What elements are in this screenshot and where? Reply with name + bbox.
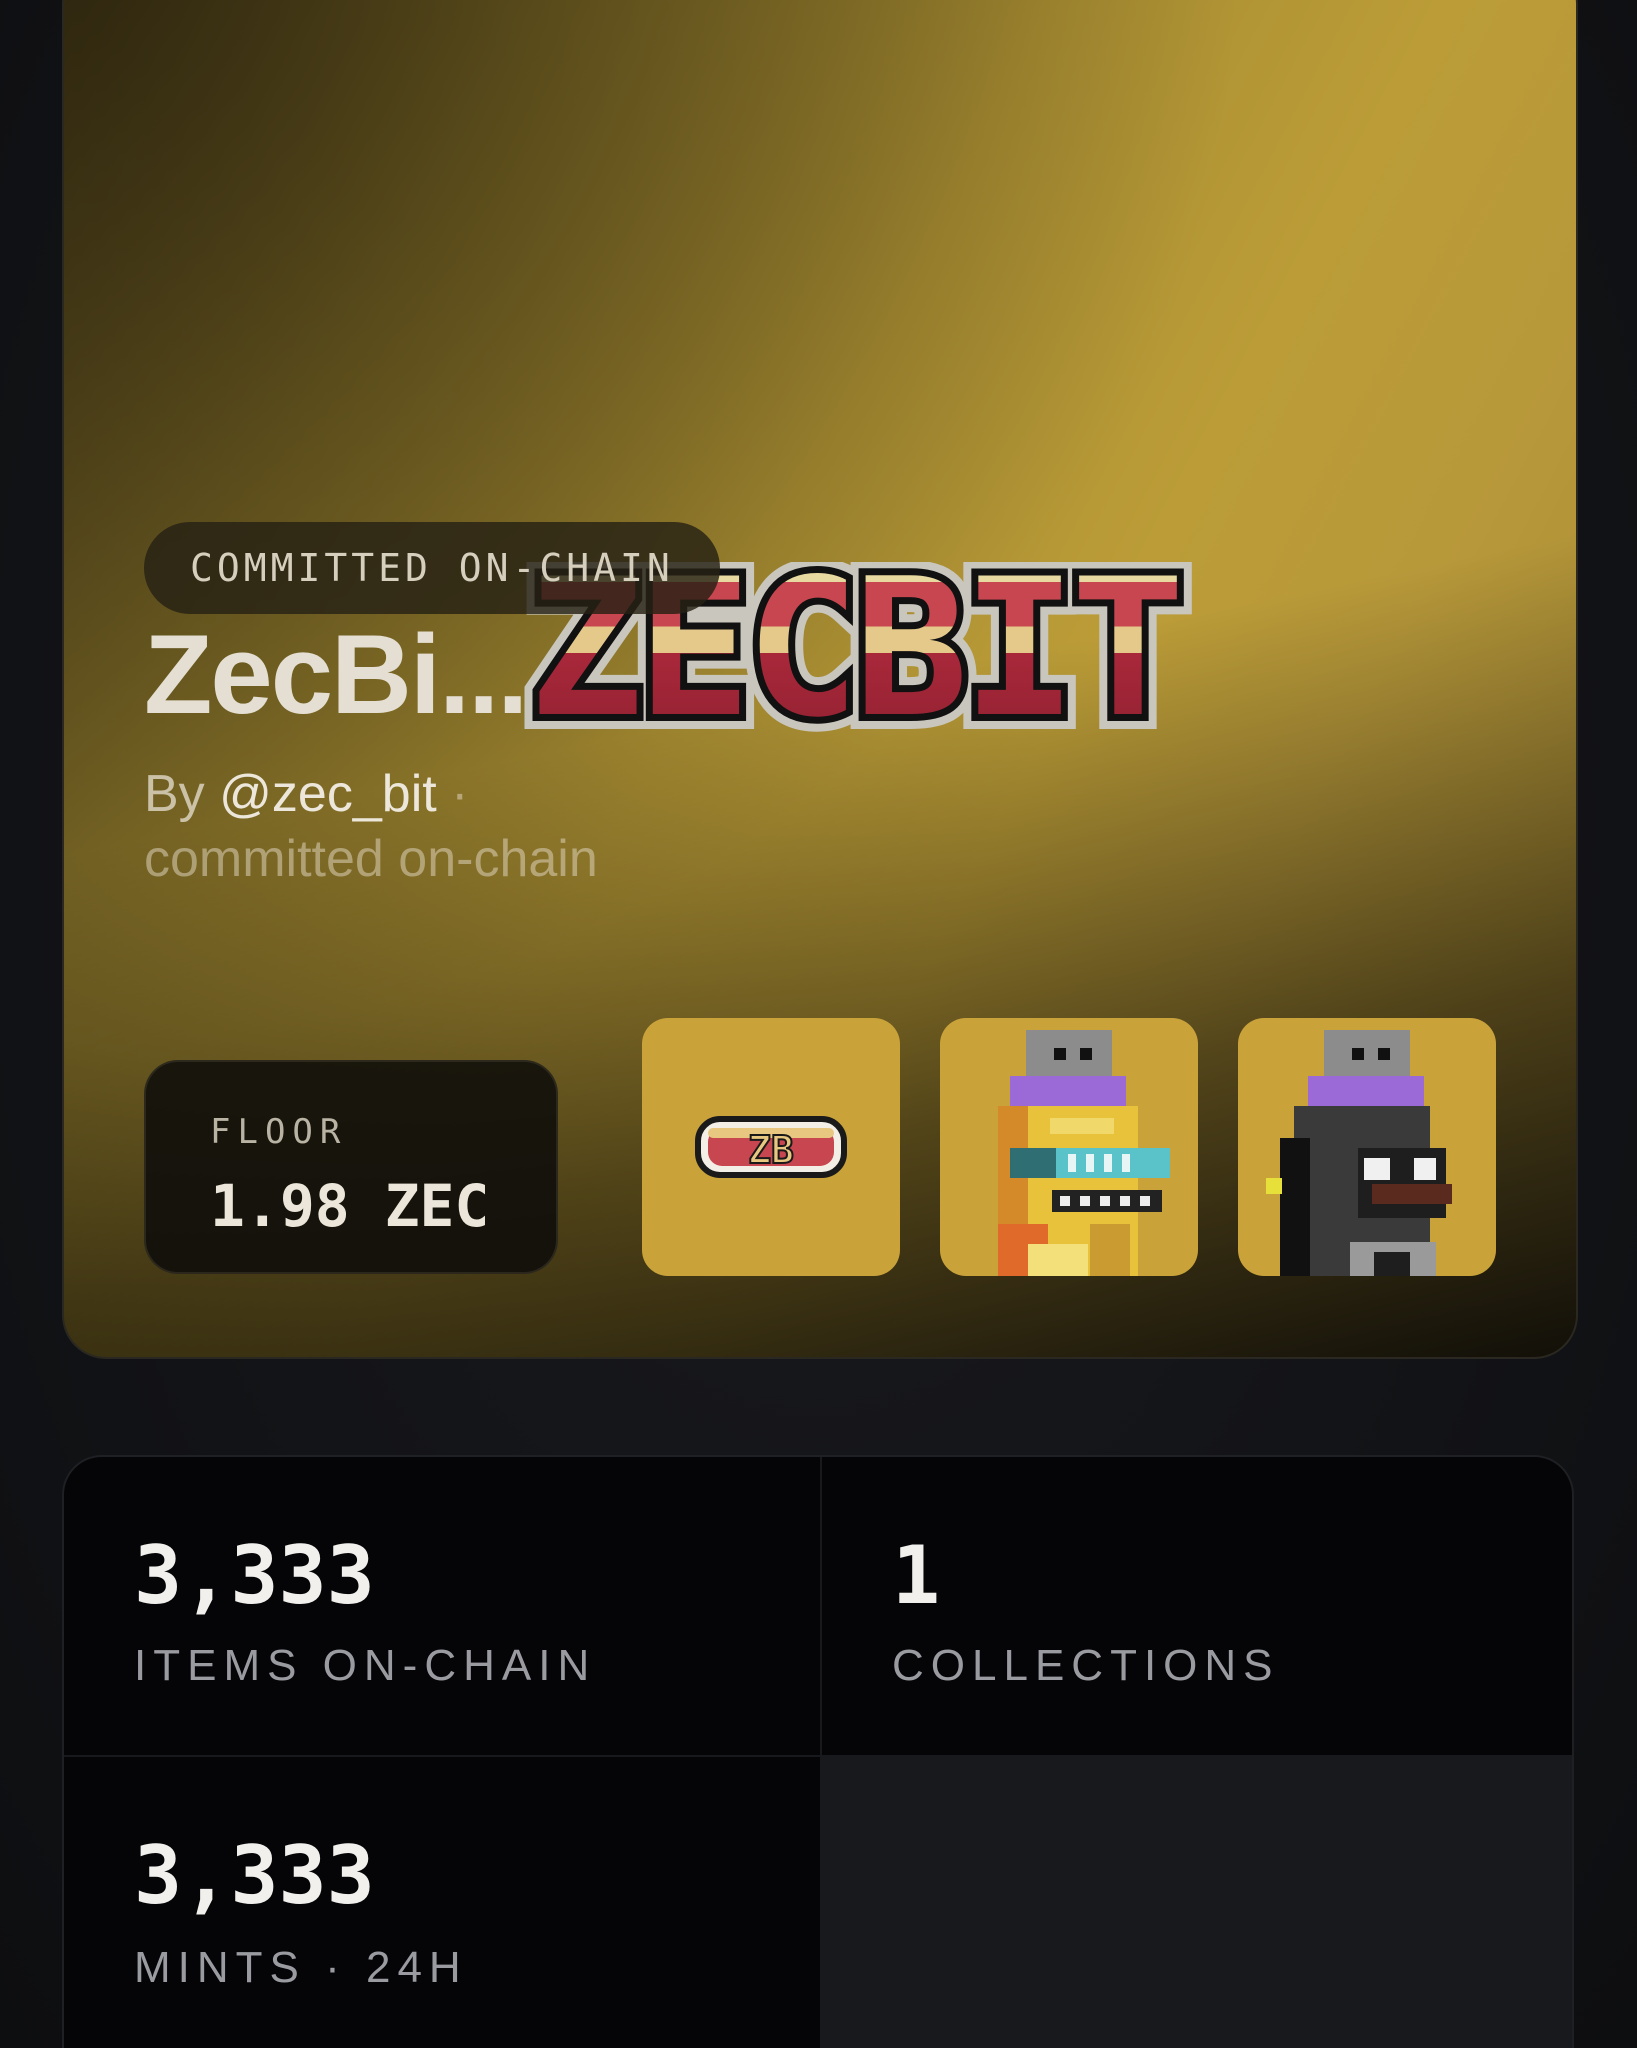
stat-value: 1 xyxy=(892,1529,941,1622)
stats-card: 3,333 ITEMS ON-CHAIN 1 COLLECTIONS 3,333… xyxy=(62,1455,1574,2048)
creator-handle-link[interactable]: @zec_bit xyxy=(219,765,437,823)
zb-logo-thumbnail[interactable]: ZB xyxy=(642,1018,900,1276)
zb-badge-text: ZB xyxy=(748,1128,794,1172)
stat-label: ITEMS ON-CHAIN xyxy=(134,1641,597,1690)
stat-value: 3,333 xyxy=(134,1829,375,1922)
committed-badge: COMMITTED ON-CHAIN xyxy=(144,522,720,614)
stat-label: COLLECTIONS xyxy=(892,1641,1280,1690)
floor-label: FLOOR xyxy=(210,1112,348,1152)
yellow-character-image xyxy=(998,1030,1170,1276)
zb-badge-image: ZB xyxy=(695,1116,847,1178)
floor-value: 1.98 ZEC xyxy=(210,1172,490,1240)
byline-suffix: committed on-chain xyxy=(144,830,598,888)
byline-prefix: By xyxy=(144,765,205,823)
stat-items-on-chain: 3,333 ITEMS ON-CHAIN xyxy=(64,1457,820,1755)
stat-value: 3,333 xyxy=(134,1529,375,1622)
creator-byline: By @zec_bit · committed on-chain xyxy=(144,762,604,892)
stat-collections: 1 COLLECTIONS xyxy=(822,1457,1572,1755)
collection-hero-card[interactable]: ZECBIT ZECBIT ZECBIT COMMITTED ON-CHAIN … xyxy=(62,0,1578,1359)
collection-title: ZecBi... xyxy=(144,612,528,737)
stat-empty-cell xyxy=(822,1757,1572,2048)
black-character-image xyxy=(1266,1030,1452,1276)
black-character-thumbnail[interactable] xyxy=(1238,1018,1496,1276)
byline-separator: · xyxy=(451,765,469,823)
stat-label: MINTS · 24H xyxy=(134,1943,468,1992)
yellow-character-thumbnail[interactable] xyxy=(940,1018,1198,1276)
floor-price-box: FLOOR 1.98 ZEC xyxy=(144,1060,558,1274)
stat-mints-24h: 3,333 MINTS · 24H xyxy=(64,1757,820,2048)
